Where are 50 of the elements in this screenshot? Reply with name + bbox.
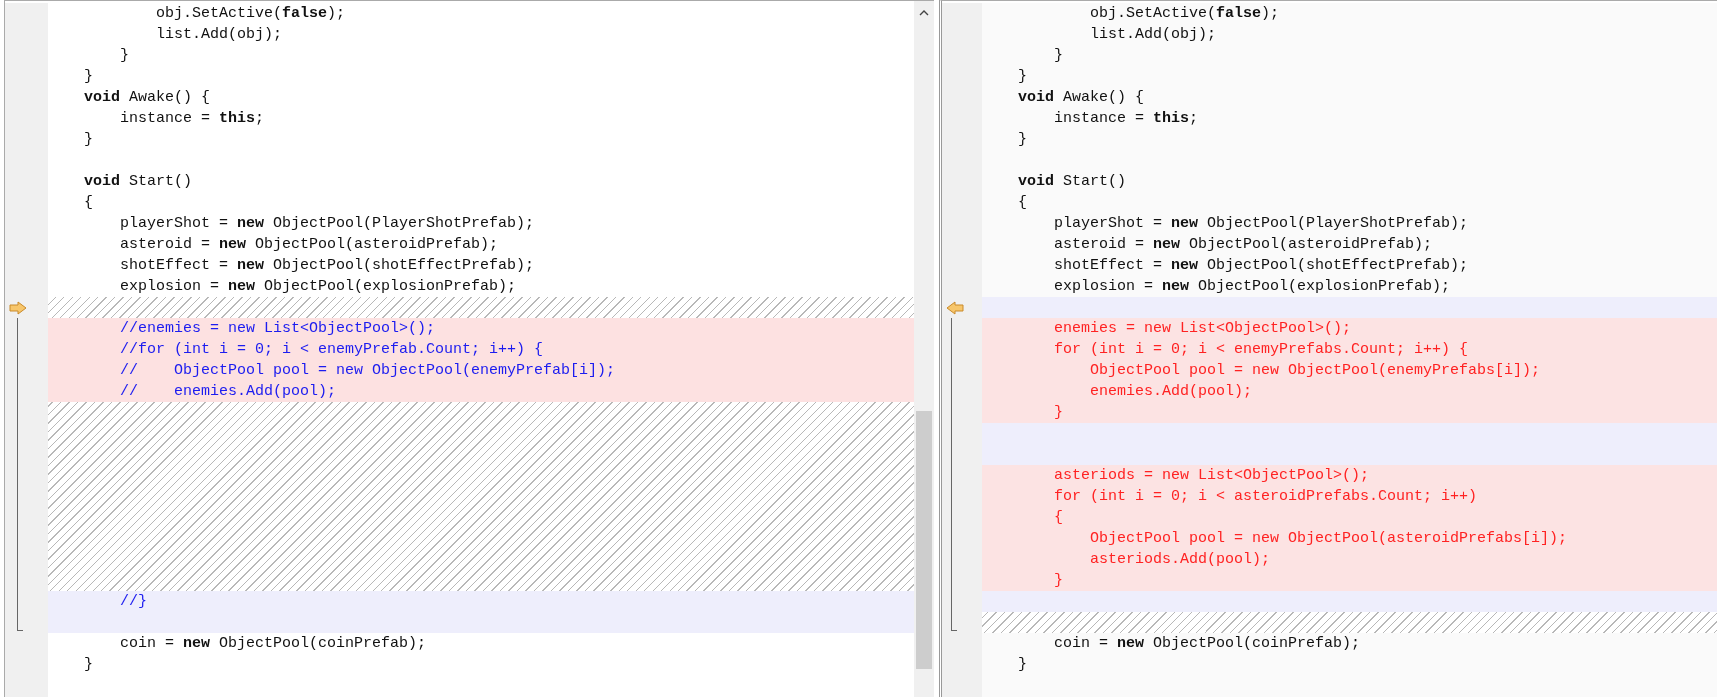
code-line: void Start() (1017, 173, 1127, 190)
code-line: explosion = new ObjectPool(explosionPrefab); (119, 278, 517, 295)
code-line: asteriods = new List<ObjectPool>(); (1053, 467, 1370, 484)
code-line: asteroid = new ObjectPool(asteroidPrefab); (1053, 236, 1433, 253)
code-line: } (83, 656, 93, 673)
code-line: instance = this; (119, 110, 265, 127)
code-line: { (1053, 509, 1063, 526)
code-line: } (1053, 572, 1063, 589)
code-line: list.Add(obj); (1089, 26, 1217, 43)
code-line: } (1017, 656, 1027, 673)
code-line: instance = this; (1053, 110, 1199, 127)
code-line: // enemies.Add(pool); (119, 383, 337, 400)
code-line: } (1053, 404, 1063, 421)
code-line: } (83, 68, 93, 85)
code-line: asteriods.Add(pool); (1089, 551, 1271, 568)
scrollbar-thumb[interactable] (916, 411, 932, 669)
code-line: //enemies = new List<ObjectPool>(); (119, 320, 436, 337)
vertical-scrollbar[interactable] (914, 0, 934, 697)
code-line: obj.SetActive(false); (155, 5, 346, 22)
code-line: ObjectPool pool = new ObjectPool(enemyPrefabs[i]); (1089, 362, 1541, 379)
code-line: ObjectPool pool = new ObjectPool(asteroidPrefabs[i]); (1089, 530, 1568, 547)
code-line: for (int i = 0; i < enemyPrefabs.Count; i++) { (1053, 341, 1469, 358)
code-line: void Awake() { (1017, 89, 1145, 106)
arrow-icon[interactable] (9, 301, 27, 315)
code-line: explosion = new ObjectPool(explosionPrefab); (1053, 278, 1451, 295)
code-line: { (1017, 194, 1027, 211)
code-line: enemies.Add(pool); (1089, 383, 1253, 400)
code-line: } (1017, 131, 1027, 148)
code-line: { (83, 194, 93, 211)
code-line: // ObjectPool pool = new ObjectPool(enemyPrefab[i]); (119, 362, 616, 379)
code-line: asteroid = new ObjectPool(asteroidPrefab); (119, 236, 499, 253)
code-line: shotEffect = new ObjectPool(shotEffectPrefab); (1053, 257, 1469, 274)
code-line: } (1017, 68, 1027, 85)
code-line: for (int i = 0; i < asteroidPrefabs.Count; i++) (1053, 488, 1478, 505)
code-line: obj.SetActive(false); (1089, 5, 1280, 22)
code-line: coin = new ObjectPool(coinPrefab); (1053, 635, 1361, 652)
code-line: //} (119, 593, 148, 610)
code-line: enemies = new List<ObjectPool>(); (1053, 320, 1352, 337)
code-line: } (1053, 47, 1063, 64)
code-line: } (119, 47, 129, 64)
arrow-icon[interactable] (946, 301, 964, 315)
code-line: coin = new ObjectPool(coinPrefab); (119, 635, 427, 652)
code-line: } (83, 131, 93, 148)
code-line: //for (int i = 0; i < enemyPrefab.Count; i++) { (119, 341, 544, 358)
code-line: void Awake() { (83, 89, 211, 106)
code-line: playerShot = new ObjectPool(PlayerShotPrefab); (1053, 215, 1469, 232)
code-line: playerShot = new ObjectPool(PlayerShotPrefab); (119, 215, 535, 232)
code-line: shotEffect = new ObjectPool(shotEffectPrefab); (119, 257, 535, 274)
code-line: void Start() (83, 173, 193, 190)
code-line: list.Add(obj); (155, 26, 283, 43)
